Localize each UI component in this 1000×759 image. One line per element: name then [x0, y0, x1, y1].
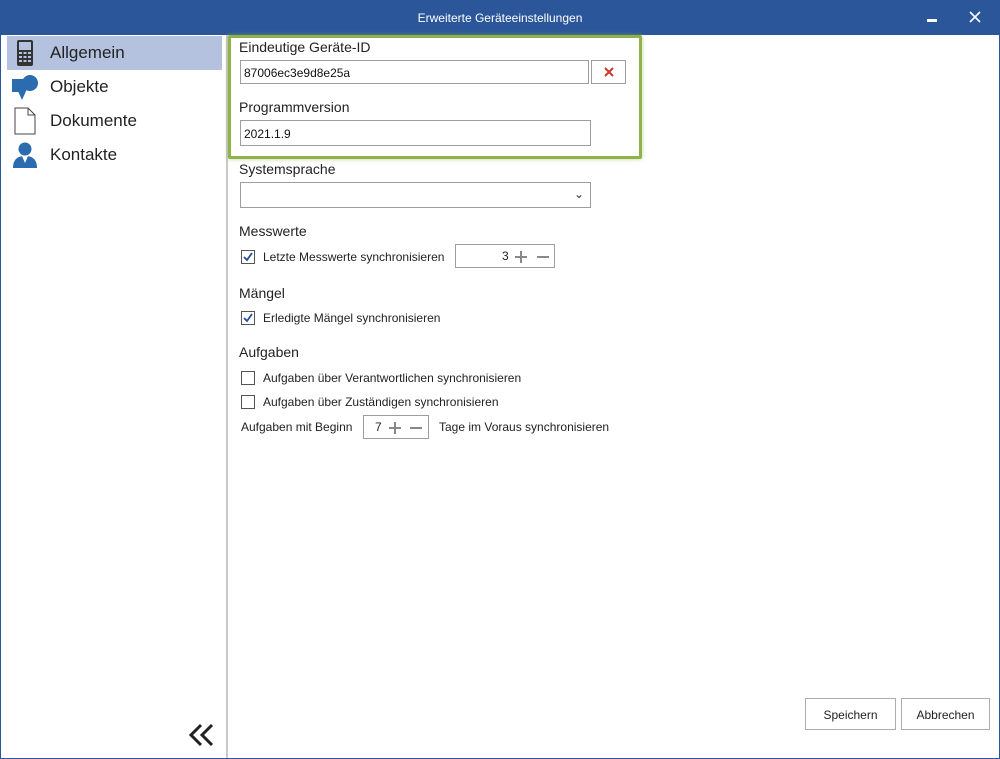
sync-tasks-responsible-checkbox[interactable]: [241, 371, 255, 385]
program-version-label: Programmversion: [239, 99, 350, 115]
sync-tasks-assigned-row: Aufgaben über Zuständigen synchronisiere…: [241, 393, 499, 411]
objects-icon: [10, 72, 40, 102]
sidebar-item-label: Dokumente: [50, 111, 137, 130]
minus-icon[interactable]: [536, 250, 550, 264]
minus-icon[interactable]: [409, 421, 423, 435]
tasks-days-suffix: Tage im Voraus synchronisieren: [439, 420, 610, 434]
clear-device-id-button[interactable]: [591, 60, 626, 84]
system-language-label: Systemsprache: [239, 161, 336, 177]
close-icon: [969, 11, 981, 23]
dialog-window: Erweiterte Geräteeinstellungen Allgemein…: [0, 0, 1000, 759]
sidebar-item-kontakte[interactable]: Kontakte: [7, 138, 222, 172]
sidebar-item-label: Objekte: [50, 77, 109, 96]
tasks-label: Aufgaben: [239, 344, 299, 360]
measurements-count-stepper[interactable]: 3: [455, 244, 555, 268]
sidebar-item-objekte[interactable]: Objekte: [7, 70, 222, 104]
window-title: Erweiterte Geräteeinstellungen: [417, 11, 583, 25]
sync-defects-text: Erledigte Mängel synchronisieren: [263, 311, 441, 325]
sidebar-item-allgemein[interactable]: Allgemein: [7, 36, 222, 70]
sync-defects-row: Erledigte Mängel synchronisieren: [241, 309, 440, 327]
sync-defects-checkbox[interactable]: [241, 311, 255, 325]
tasks-days-prefix: Aufgaben mit Beginn: [241, 420, 353, 434]
sidebar-item-label: Kontakte: [50, 145, 118, 164]
close-button[interactable]: [953, 1, 997, 35]
defects-label: Mängel: [239, 285, 285, 301]
sync-tasks-responsible-row: Aufgaben über Verantwortlichen synchroni…: [241, 369, 521, 387]
double-chevron-left-icon: [188, 723, 214, 747]
checkmark-icon: [243, 313, 253, 323]
sync-tasks-assigned-checkbox[interactable]: [241, 395, 255, 409]
sync-measurements-row: Letzte Messwerte synchronisieren: [241, 248, 444, 266]
document-icon: [10, 106, 40, 136]
chevron-down-icon: ⌄: [573, 187, 584, 201]
sidebar: Allgemein Objekte Dokumente Kontakte: [1, 35, 228, 758]
sync-tasks-assigned-text: Aufgaben über Zuständigen synchronisiere…: [263, 395, 499, 409]
save-button[interactable]: Speichern: [805, 698, 896, 730]
minimize-button[interactable]: [909, 1, 953, 35]
tasks-days-value: 7: [375, 420, 382, 434]
program-version-field[interactable]: 2021.1.9: [240, 120, 591, 146]
tasks-days-stepper[interactable]: 7: [363, 415, 429, 439]
device-icon: [10, 38, 40, 68]
sidebar-item-label: Allgemein: [50, 43, 125, 62]
measurements-label: Messwerte: [239, 223, 307, 239]
sync-measurements-checkbox[interactable]: [241, 250, 255, 264]
settings-panel: Eindeutige Geräte-ID 87006ec3e9d8e25a Pr…: [228, 35, 999, 758]
plus-icon[interactable]: [388, 421, 402, 435]
device-id-field[interactable]: 87006ec3e9d8e25a: [240, 60, 589, 84]
sync-tasks-responsible-text: Aufgaben über Verantwortlichen synchroni…: [263, 371, 522, 385]
plus-icon[interactable]: [514, 250, 528, 264]
contact-icon: [10, 140, 40, 170]
clear-icon: [604, 67, 614, 77]
cancel-button[interactable]: Abbrechen: [901, 698, 990, 730]
collapse-sidebar-button[interactable]: [188, 723, 218, 749]
measurements-count-value: 3: [502, 249, 509, 263]
minimize-icon: [927, 19, 937, 22]
sidebar-item-dokumente[interactable]: Dokumente: [7, 104, 222, 138]
sync-measurements-text: Letzte Messwerte synchronisieren: [263, 250, 445, 264]
checkmark-icon: [243, 252, 253, 262]
device-id-label: Eindeutige Geräte-ID: [239, 39, 371, 55]
system-language-select[interactable]: ⌄: [240, 182, 591, 208]
title-bar: Erweiterte Geräteeinstellungen: [1, 1, 999, 35]
